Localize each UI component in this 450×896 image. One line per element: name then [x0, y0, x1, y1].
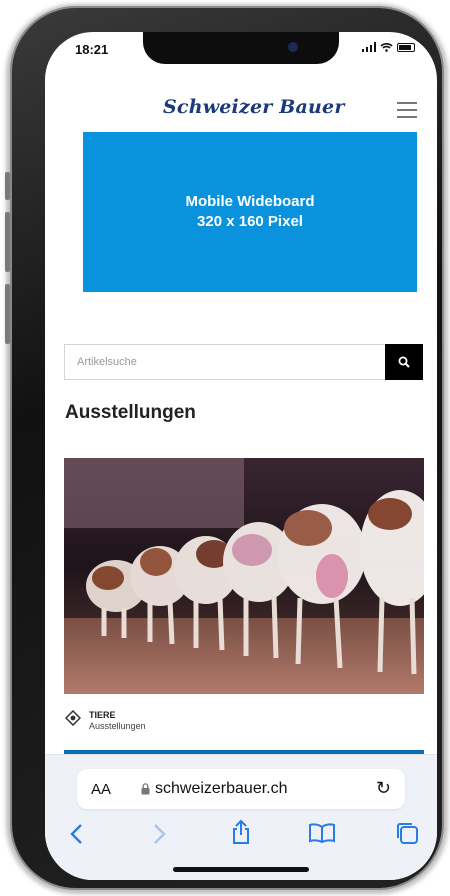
mobile-wideboard-ad[interactable]: Mobile Wideboard 320 x 160 Pixel	[83, 132, 417, 292]
camera-dot	[288, 42, 298, 52]
wifi-icon	[380, 43, 393, 52]
home-indicator	[173, 867, 309, 872]
ad-line-1: Mobile Wideboard	[185, 193, 315, 210]
chevron-left-icon[interactable]	[69, 823, 83, 845]
book-icon[interactable]	[309, 823, 335, 843]
url-text: schweizerbauer.ch	[155, 780, 288, 797]
article-image[interactable]	[64, 458, 424, 694]
status-icons	[362, 42, 415, 52]
signal-icon	[362, 42, 376, 52]
phone-frame: 18:21 Schweizer Bauer Mobile Wideboard 3…	[5, 6, 444, 890]
status-time: 18:21	[75, 42, 109, 57]
battery-icon	[397, 42, 415, 52]
url-bar[interactable]: AA schweizerbauer.ch ↻	[77, 769, 405, 809]
silent-switch	[5, 284, 10, 344]
text-size-button[interactable]: AA	[91, 781, 111, 798]
search-input[interactable]	[65, 345, 387, 379]
tabs-icon[interactable]	[395, 821, 419, 845]
hamburger-menu-icon[interactable]	[397, 102, 417, 123]
site-header: Schweizer Bauer	[45, 88, 437, 128]
screen: 18:21 Schweizer Bauer Mobile Wideboard 3…	[45, 32, 437, 880]
chevron-right-icon[interactable]	[153, 823, 167, 845]
reload-icon[interactable]: ↻	[376, 778, 391, 799]
site-logo[interactable]: Schweizer Bauer	[163, 96, 345, 118]
ad-line-2: 320 x 160 Pixel	[197, 213, 303, 230]
article-subcategory[interactable]: Ausstellungen	[89, 721, 146, 732]
volume-up-button	[5, 172, 10, 200]
article-meta: TIERE Ausstellungen	[65, 710, 146, 732]
article-category[interactable]: TIERE	[89, 710, 146, 721]
share-icon[interactable]	[231, 819, 251, 845]
lock-icon	[141, 783, 150, 795]
notch	[143, 32, 339, 64]
article-search	[64, 344, 423, 380]
safari-bottom-bar: AA schweizerbauer.ch ↻	[45, 754, 437, 880]
safari-toolbar	[45, 819, 437, 859]
volume-down-button	[5, 212, 10, 272]
search-icon	[398, 356, 410, 368]
section-title: Ausstellungen	[65, 402, 196, 423]
category-icon	[65, 710, 81, 726]
search-button[interactable]	[385, 344, 423, 380]
cattle-photo	[64, 458, 424, 694]
